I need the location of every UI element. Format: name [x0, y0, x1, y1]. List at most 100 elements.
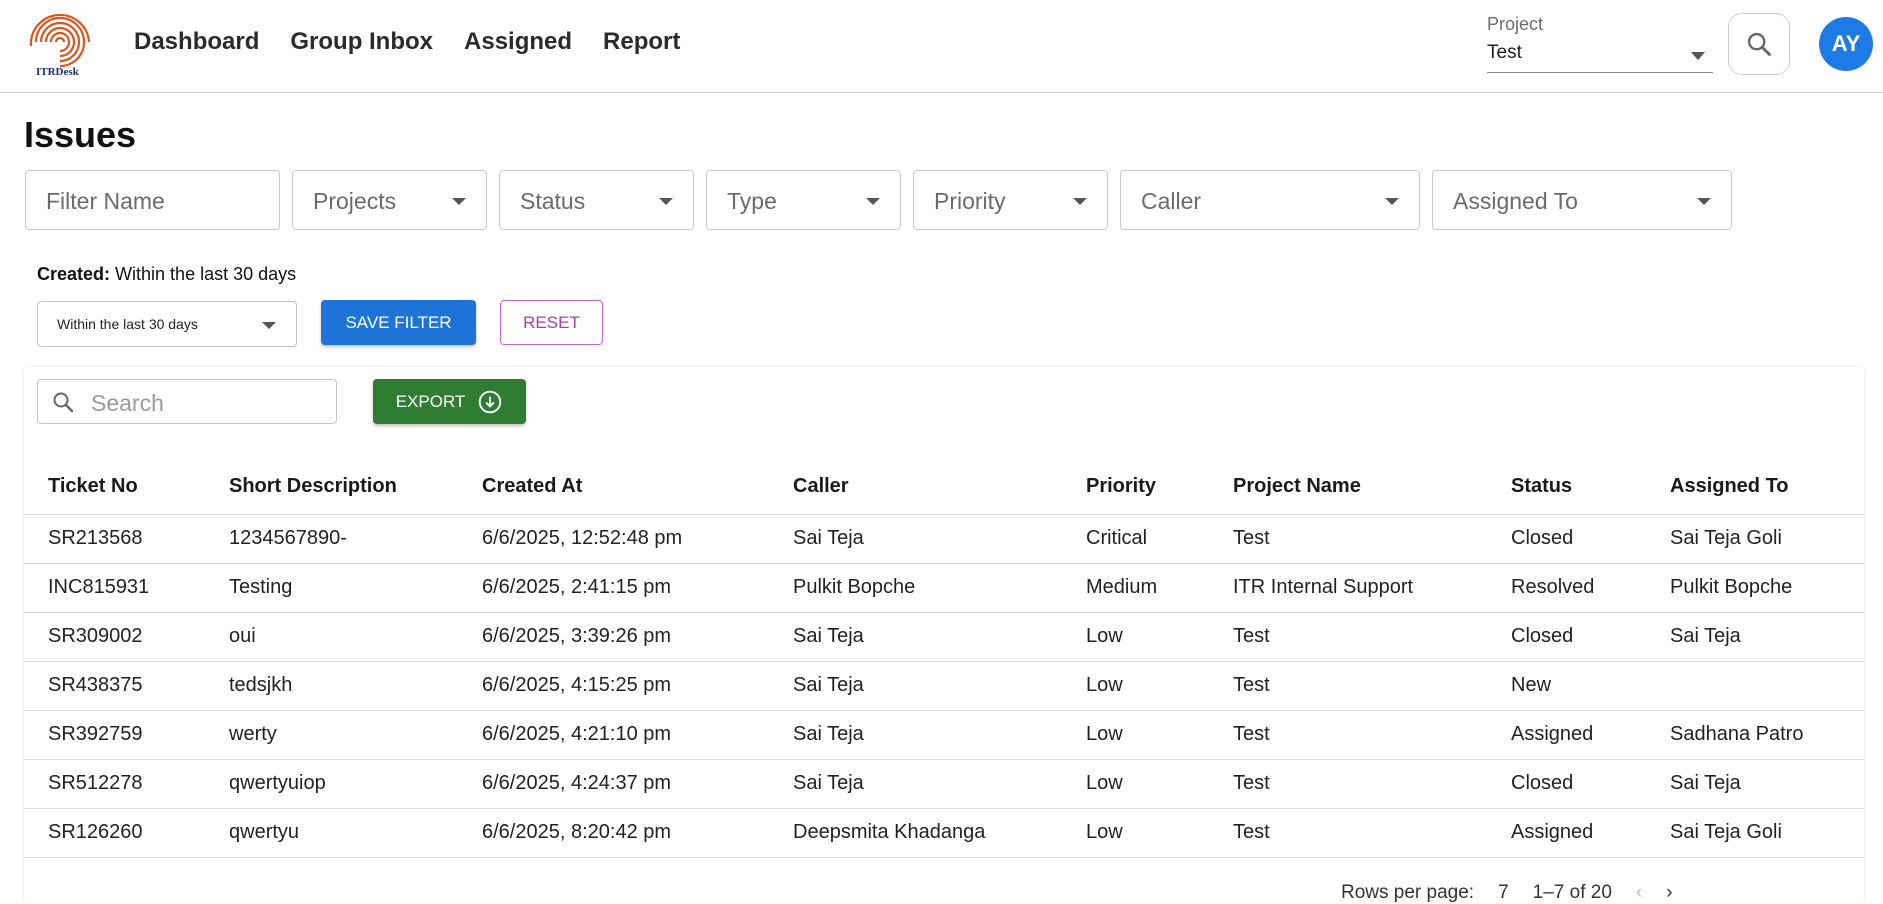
type-label: Type	[727, 188, 777, 214]
project-label: Project	[1487, 14, 1544, 34]
cell-created-at: 6/6/2025, 8:20:42 pm	[458, 808, 769, 858]
nav-report[interactable]: Report	[603, 28, 680, 56]
pagination: Rows per page: 7 1–7 of 20 ‹ ›	[1341, 882, 1673, 904]
cell-ticket-no: SR309002	[24, 612, 205, 662]
cell-assigned-to: Sai Teja	[1646, 612, 1864, 662]
table-row[interactable]: SR213568 1234567890- 6/6/2025, 12:52:48 …	[24, 514, 1864, 564]
cell-priority: Medium	[1062, 563, 1209, 613]
reset-button[interactable]: RESET	[500, 300, 603, 345]
cell-short-description: Testing	[205, 563, 458, 613]
cell-status: Assigned	[1487, 710, 1646, 760]
cell-project-name: Test	[1209, 514, 1487, 564]
filter-name-input[interactable]: Filter Name	[25, 170, 280, 230]
table-row[interactable]: INC815931 Testing 6/6/2025, 2:41:15 pm P…	[24, 563, 1864, 613]
logo-text: ITRDesk	[36, 66, 79, 78]
cell-short-description: werty	[205, 710, 458, 760]
caret-down-icon	[1385, 198, 1399, 205]
nav-assigned[interactable]: Assigned	[464, 28, 572, 56]
project-select[interactable]: Project Test	[1487, 14, 1713, 73]
cell-project-name: Test	[1209, 661, 1487, 711]
cell-status: New	[1487, 661, 1646, 711]
pagination-range: 1–7 of 20	[1532, 882, 1612, 903]
cell-ticket-no: SR126260	[24, 808, 205, 858]
prev-page-icon[interactable]: ‹	[1636, 882, 1642, 904]
cell-assigned-to: Pulkit Bopche	[1646, 563, 1864, 613]
table-row[interactable]: SR512278 qwertyuiop 6/6/2025, 4:24:37 pm…	[24, 759, 1864, 809]
col-assigned-to[interactable]: Assigned To	[1646, 460, 1864, 515]
nav-group-inbox[interactable]: Group Inbox	[290, 28, 433, 56]
caller-label: Caller	[1141, 188, 1202, 214]
cell-priority: Low	[1062, 710, 1209, 760]
cell-caller: Sai Teja	[769, 759, 1062, 809]
priority-label: Priority	[934, 188, 1006, 214]
caret-down-icon	[1073, 198, 1087, 205]
user-avatar[interactable]: AY	[1819, 17, 1873, 71]
cell-priority: Low	[1062, 759, 1209, 809]
caller-select[interactable]: Caller	[1120, 170, 1420, 230]
date-range-select[interactable]: Within the last 30 days	[37, 301, 297, 347]
save-filter-button[interactable]: SAVE FILTER	[321, 300, 476, 345]
projects-select[interactable]: Projects	[292, 170, 487, 230]
cell-created-at: 6/6/2025, 4:21:10 pm	[458, 710, 769, 760]
cell-caller: Pulkit Bopche	[769, 563, 1062, 613]
cell-ticket-no: SR213568	[24, 514, 205, 564]
created-value: Within the last 30 days	[115, 264, 297, 284]
projects-label: Projects	[313, 188, 397, 214]
cell-status: Assigned	[1487, 808, 1646, 858]
caret-down-icon	[659, 198, 673, 205]
cell-ticket-no: SR392759	[24, 710, 205, 760]
cell-status: Resolved	[1487, 563, 1646, 613]
cell-status: Closed	[1487, 514, 1646, 564]
assigned-to-select[interactable]: Assigned To	[1432, 170, 1732, 230]
export-button[interactable]: EXPORT	[373, 379, 526, 424]
table-search-input[interactable]: Search	[37, 379, 337, 424]
cell-created-at: 6/6/2025, 3:39:26 pm	[458, 612, 769, 662]
rows-per-page-select[interactable]: 7	[1498, 882, 1509, 904]
type-select[interactable]: Type	[706, 170, 901, 230]
cell-caller: Sai Teja	[769, 710, 1062, 760]
cell-ticket-no: SR512278	[24, 759, 205, 809]
date-range-value: Within the last 30 days	[57, 316, 198, 332]
cell-assigned-to	[1646, 661, 1864, 711]
export-label: EXPORT	[395, 391, 466, 411]
cell-assigned-to: Sadhana Patro	[1646, 710, 1864, 760]
cell-assigned-to: Sai Teja Goli	[1646, 514, 1864, 564]
cell-project-name: Test	[1209, 612, 1487, 662]
col-status[interactable]: Status	[1487, 460, 1646, 515]
caret-down-icon	[452, 198, 466, 205]
table-row[interactable]: SR392759 werty 6/6/2025, 4:21:10 pm Sai …	[24, 710, 1864, 760]
filter-name-placeholder: Filter Name	[46, 188, 165, 214]
col-caller[interactable]: Caller	[769, 460, 1062, 515]
issues-table: Ticket No Short Description Created At C…	[24, 460, 1864, 858]
global-search-button[interactable]	[1728, 13, 1790, 75]
cell-project-name: Test	[1209, 710, 1487, 760]
col-created-at[interactable]: Created At	[458, 460, 769, 515]
cell-priority: Low	[1062, 661, 1209, 711]
table-row[interactable]: SR126260 qwertyu 6/6/2025, 8:20:42 pm De…	[24, 808, 1864, 858]
col-ticket-no[interactable]: Ticket No	[24, 460, 205, 515]
created-label: Created:	[37, 264, 111, 284]
cell-project-name: ITR Internal Support	[1209, 563, 1487, 613]
cell-caller: Sai Teja	[769, 514, 1062, 564]
issues-table-card: Search EXPORT Ticket No Short Descriptio…	[24, 367, 1864, 904]
table-row[interactable]: SR438375 tedsjkh 6/6/2025, 4:15:25 pm Sa…	[24, 661, 1864, 711]
col-priority[interactable]: Priority	[1062, 460, 1209, 515]
cell-created-at: 6/6/2025, 12:52:48 pm	[458, 514, 769, 564]
status-select[interactable]: Status	[499, 170, 694, 230]
cell-status: Closed	[1487, 759, 1646, 809]
next-page-icon[interactable]: ›	[1666, 882, 1672, 904]
nav-dashboard[interactable]: Dashboard	[134, 28, 259, 56]
cell-caller: Sai Teja	[769, 612, 1062, 662]
cell-short-description: qwertyu	[205, 808, 458, 858]
table-row[interactable]: SR309002 oui 6/6/2025, 3:39:26 pm Sai Te…	[24, 612, 1864, 662]
col-project-name[interactable]: Project Name	[1209, 460, 1487, 515]
assigned-to-label: Assigned To	[1453, 188, 1578, 214]
col-short-description[interactable]: Short Description	[205, 460, 458, 515]
search-icon	[1747, 32, 1771, 56]
cell-assigned-to: Sai Teja	[1646, 759, 1864, 809]
cell-short-description: qwertyuiop	[205, 759, 458, 809]
caret-down-icon	[262, 322, 276, 329]
search-icon	[53, 392, 74, 413]
cell-project-name: Test	[1209, 808, 1487, 858]
priority-select[interactable]: Priority	[913, 170, 1108, 230]
